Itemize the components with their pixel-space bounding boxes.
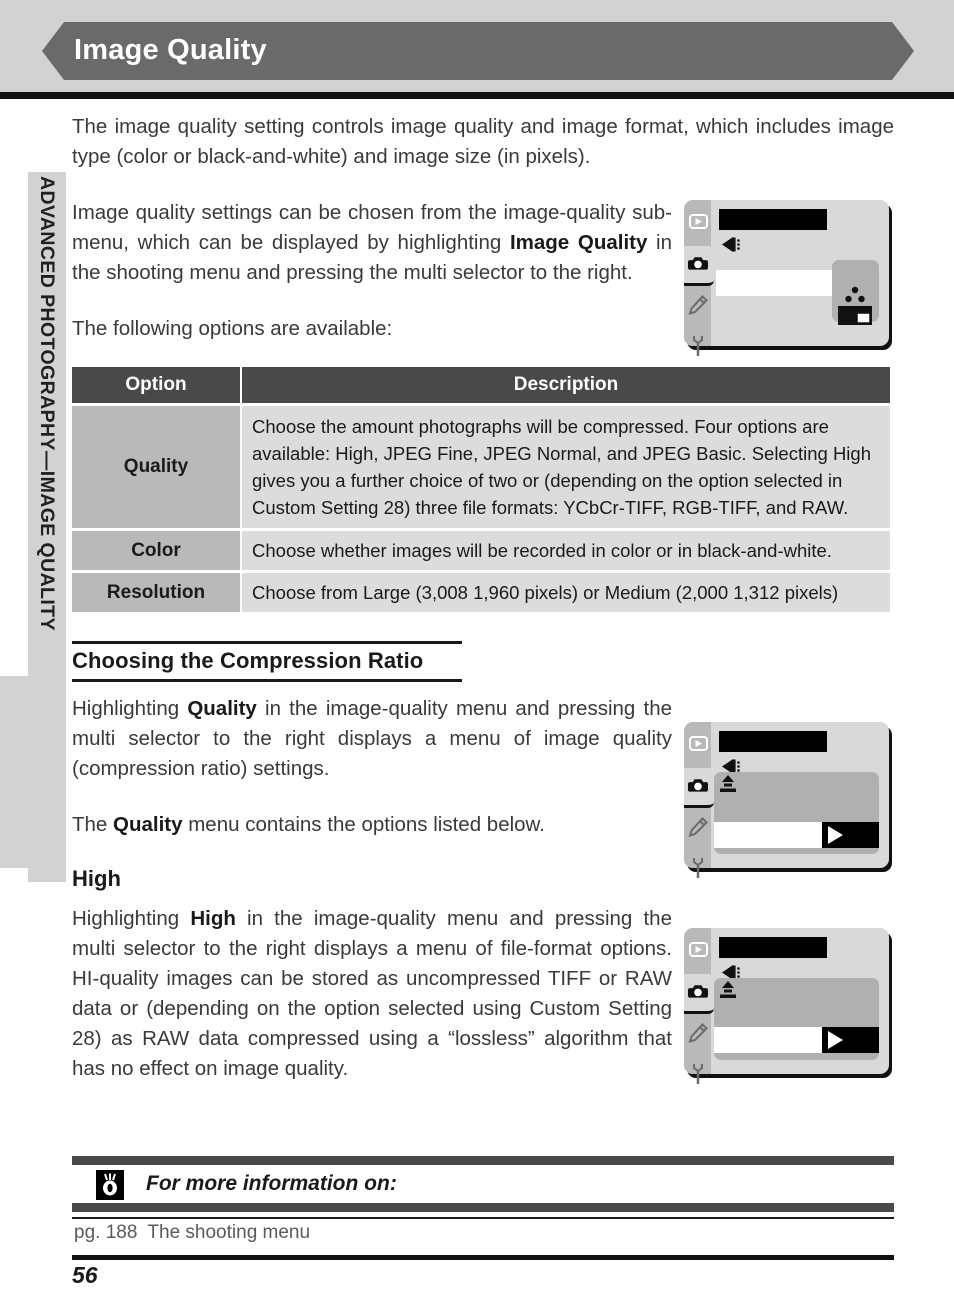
lcd-title-bar	[719, 731, 827, 752]
table-cell-option: Color	[72, 531, 240, 570]
comp-p2-part-c: menu contains the options listed below.	[182, 813, 545, 836]
camera-shooting-menu-icon[interactable]	[688, 774, 708, 796]
camera-shooting-menu-icon[interactable]	[688, 980, 708, 1002]
table-cell-option: Resolution	[72, 573, 240, 612]
page-title-banner: Image Quality	[42, 22, 914, 80]
chevron-right-icon	[828, 1031, 843, 1049]
table-row: Quality Choose the amount photographs wi…	[72, 406, 890, 528]
page-number: 56	[72, 1262, 98, 1288]
pencil-custom-menu-icon[interactable]	[688, 1022, 708, 1044]
lcd-title-bar	[719, 209, 827, 230]
compression-heading-block: Choosing the Compression Ratio	[72, 641, 462, 682]
lcd-quality-menu	[684, 722, 889, 878]
compression-paragraph-1: Highlighting Quality in the image-qualit…	[72, 694, 672, 784]
pencil-custom-menu-icon[interactable]	[688, 816, 708, 838]
lcd-high-file-format-menu	[684, 928, 889, 1084]
footer-hairline	[72, 1217, 894, 1219]
footer-ref-text: The shooting menu	[147, 1222, 311, 1243]
table-cell-description: Choose the amount photographs will be co…	[242, 406, 890, 528]
lcd-title-bar	[719, 937, 827, 958]
page-title: Image Quality	[74, 33, 267, 66]
footer-ref-page: pg. 188	[74, 1222, 138, 1243]
lcd-body	[684, 722, 889, 878]
chevron-right-icon	[828, 826, 843, 844]
intro-paragraph-2: Image quality settings can be chosen fro…	[72, 198, 672, 288]
comp-p1-part-a: Highlighting	[72, 697, 188, 720]
header-rule	[0, 92, 954, 99]
compression-paragraph-2: The Quality menu contains the options li…	[72, 810, 672, 840]
table-row: Color Choose whether images will be reco…	[72, 531, 890, 570]
lcd-submenu-arrow-cell[interactable]	[822, 1027, 879, 1053]
camera-shooting-menu-icon[interactable]	[688, 252, 708, 274]
lcd-selected-row[interactable]	[714, 822, 822, 848]
lcd-body	[684, 200, 889, 356]
lcd-body	[684, 928, 889, 1084]
lcd-selected-row[interactable]	[716, 270, 832, 296]
table-header-row: Option Description	[72, 367, 890, 403]
compression-heading: Choosing the Compression Ratio	[72, 648, 424, 673]
wrench-setup-menu-icon[interactable]	[688, 857, 708, 879]
table-cell-option: Quality	[72, 406, 240, 528]
table-header-description: Description	[242, 367, 890, 403]
footer-title: For more information on:	[146, 1172, 397, 1195]
high-paragraph: Highlighting High in the image-quality m…	[72, 904, 672, 1084]
playback-icon[interactable]	[688, 938, 708, 960]
comp-p2-part-a: The	[72, 813, 114, 836]
footer-bar-bottom	[72, 1203, 894, 1212]
image-quality-icon	[720, 236, 744, 253]
side-tab-label: ADVANCED PHOTOGRAPHY—IMAGE QUALITY	[36, 176, 59, 631]
high-part-c: in the image-quality menu and pressing t…	[72, 907, 672, 1080]
eye-icon	[96, 1170, 124, 1200]
high-part-a: Highlighting	[72, 907, 191, 930]
footer-reference: pg. 188 The shooting menu	[74, 1222, 310, 1244]
intro-p2-bold: Image Quality	[509, 231, 648, 254]
wrench-setup-menu-icon[interactable]	[688, 1063, 708, 1085]
pencil-custom-menu-icon[interactable]	[688, 294, 708, 316]
table-row: Resolution Choose from Large (3,008 1,96…	[72, 573, 890, 612]
options-table: Option Description Quality Choose the am…	[70, 364, 892, 615]
comp-p1-bold: Quality	[187, 697, 257, 720]
high-bold: High	[190, 907, 236, 930]
playback-icon[interactable]	[688, 732, 708, 754]
quality-option-icon	[718, 980, 738, 1005]
comp-p2-bold: Quality	[113, 813, 183, 836]
intro-paragraph-1: The image quality setting controls image…	[72, 115, 894, 168]
lcd-image-quality-submenu	[684, 200, 889, 356]
bw-image-icon	[838, 306, 872, 330]
wrench-setup-menu-icon[interactable]	[688, 335, 708, 357]
table-header-option: Option	[72, 367, 240, 403]
lcd-selected-row[interactable]	[714, 1027, 822, 1053]
quality-option-icon	[718, 774, 738, 799]
footer-bar-top	[72, 1156, 894, 1165]
table-cell-description: Choose whether images will be recorded i…	[242, 531, 890, 570]
footer-rule-thick	[72, 1255, 894, 1260]
lcd-submenu-arrow-cell[interactable]	[822, 822, 879, 848]
table-cell-description: Choose from Large (3,008 1,960 pixels) o…	[242, 573, 890, 612]
playback-icon[interactable]	[688, 210, 708, 232]
